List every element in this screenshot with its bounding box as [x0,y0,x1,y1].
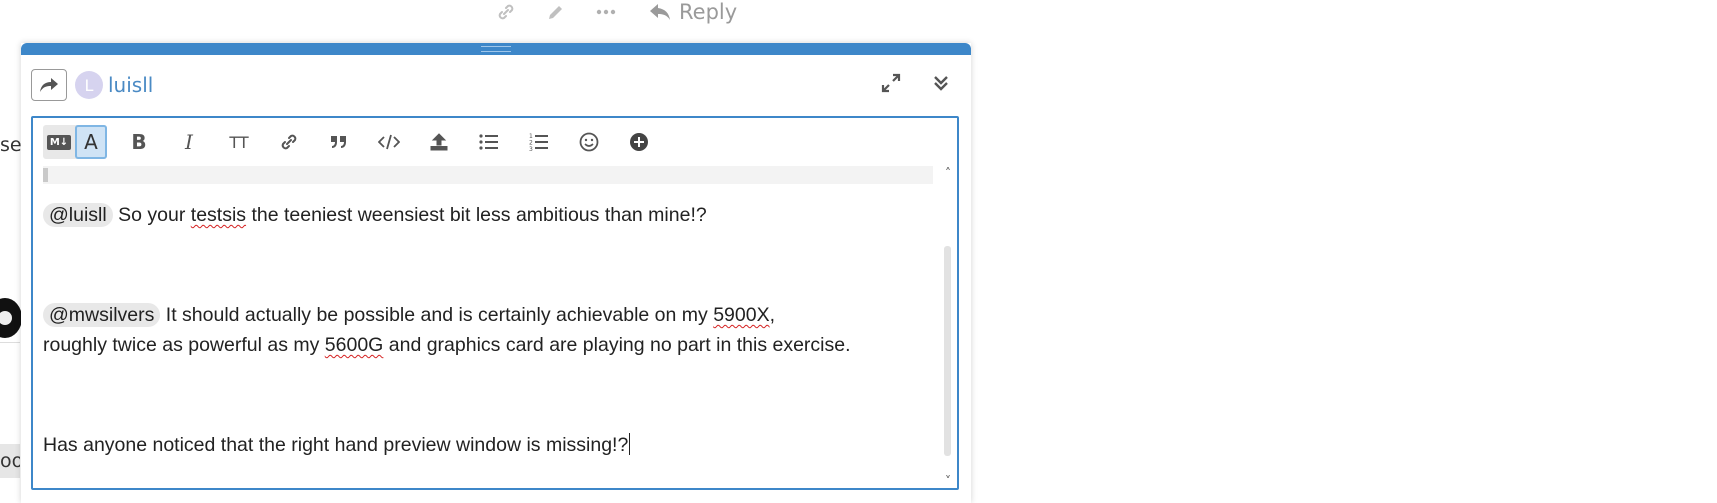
quote-icon [331,136,346,148]
numbered-list-icon: 123 [529,133,548,152]
emoji-icon [579,132,599,152]
text-caret [629,433,631,455]
reply-button[interactable]: Reply [649,0,737,24]
composer-resize-grip[interactable] [21,43,971,55]
share-arrow-icon [40,78,58,92]
numbered-list-button[interactable]: 123 [521,125,557,159]
scroll-down-arrow-icon[interactable]: ˅ [941,474,955,488]
scrollbar-thumb[interactable] [944,246,951,456]
composer-header: L luisll [21,55,971,115]
editor-text-area[interactable]: @luisll So your testsis the teeniest wee… [33,166,957,488]
paragraph: Has anyone noticed that the right hand p… [43,430,923,460]
reply-target-button[interactable] [31,69,67,101]
text-run: and graphics card are playing no part in… [383,334,851,356]
misspelled-word: 5600G [324,334,384,356]
rich-text-icon: A [84,130,98,154]
vertical-scrollbar[interactable]: ˄ ˅ [941,166,955,488]
text-run: roughly twice as powerful as my [43,334,325,356]
svg-text:3: 3 [529,146,533,152]
upload-button[interactable] [421,125,457,159]
mention-chip[interactable]: @luisll [43,203,113,227]
text-run: , [769,304,775,326]
editor-toolbar: M↓ A B I TT 1 2 3 [33,118,957,166]
background-avatar [0,298,22,338]
reply-composer: L luisll M↓ A B I TT 1 2 3 @luisll So yo… [21,43,971,503]
heading-button[interactable]: TT [221,125,257,159]
markdown-icon: M↓ [46,134,72,150]
misspelled-word: testsis [190,204,247,226]
link-icon [281,134,297,150]
chevron-double-down-icon[interactable] [929,71,953,95]
text-run: the teeniest weensiest bit less ambitiou… [246,204,707,226]
reply-label: Reply [679,0,738,24]
italic-icon: I [185,130,193,154]
scroll-up-arrow-icon[interactable]: ˄ [941,166,955,180]
more-options-button[interactable] [621,125,657,159]
bullet-list-icon [479,134,498,150]
bold-button[interactable]: B [121,125,157,159]
background-divider [0,342,20,343]
plus-circle-icon [630,133,648,151]
code-button[interactable] [371,125,407,159]
editor-mode-toggle[interactable]: M↓ A [43,125,107,159]
markdown-mode-button[interactable]: M↓ [43,125,75,159]
reply-arrow-icon [650,4,670,20]
text-run: It should actually be possible and is ce… [160,304,714,326]
code-icon [378,134,400,150]
expand-icon[interactable] [879,71,903,95]
text-run: Has anyone noticed that the right hand p… [43,434,629,456]
editor: M↓ A B I TT 1 2 3 @luisll So your testsi… [31,116,959,490]
italic-button[interactable]: I [171,125,207,159]
editor-content[interactable]: @luisll So your testsis the teeniest wee… [43,200,923,460]
pencil-icon[interactable] [545,1,567,23]
insert-link-button[interactable] [271,125,307,159]
avatar: L [75,71,103,99]
link-icon[interactable] [495,1,517,23]
bullet-list-button[interactable] [471,125,507,159]
horizontal-scroll-strip[interactable] [43,166,933,184]
paragraph: @luisll So your testsis the teeniest wee… [43,200,923,230]
heading-icon: TT [229,132,249,152]
background-text-fragment: se [0,134,22,156]
misspelled-word: 5900X [713,304,770,326]
paragraph: @mwsilvers It should actually be possibl… [43,300,923,360]
mention-chip[interactable]: @mwsilvers [43,303,161,327]
background-chip: oo [0,444,20,478]
emoji-button[interactable] [571,125,607,159]
quote-button[interactable] [321,125,357,159]
rich-text-mode-button[interactable]: A [75,125,107,159]
bold-icon: B [131,130,147,154]
text-run: So your [112,204,191,226]
reply-to-username[interactable]: luisll [108,73,153,97]
post-actions-bar: Reply [495,0,737,24]
ellipsis-icon[interactable] [595,1,617,23]
upload-icon [430,133,448,151]
